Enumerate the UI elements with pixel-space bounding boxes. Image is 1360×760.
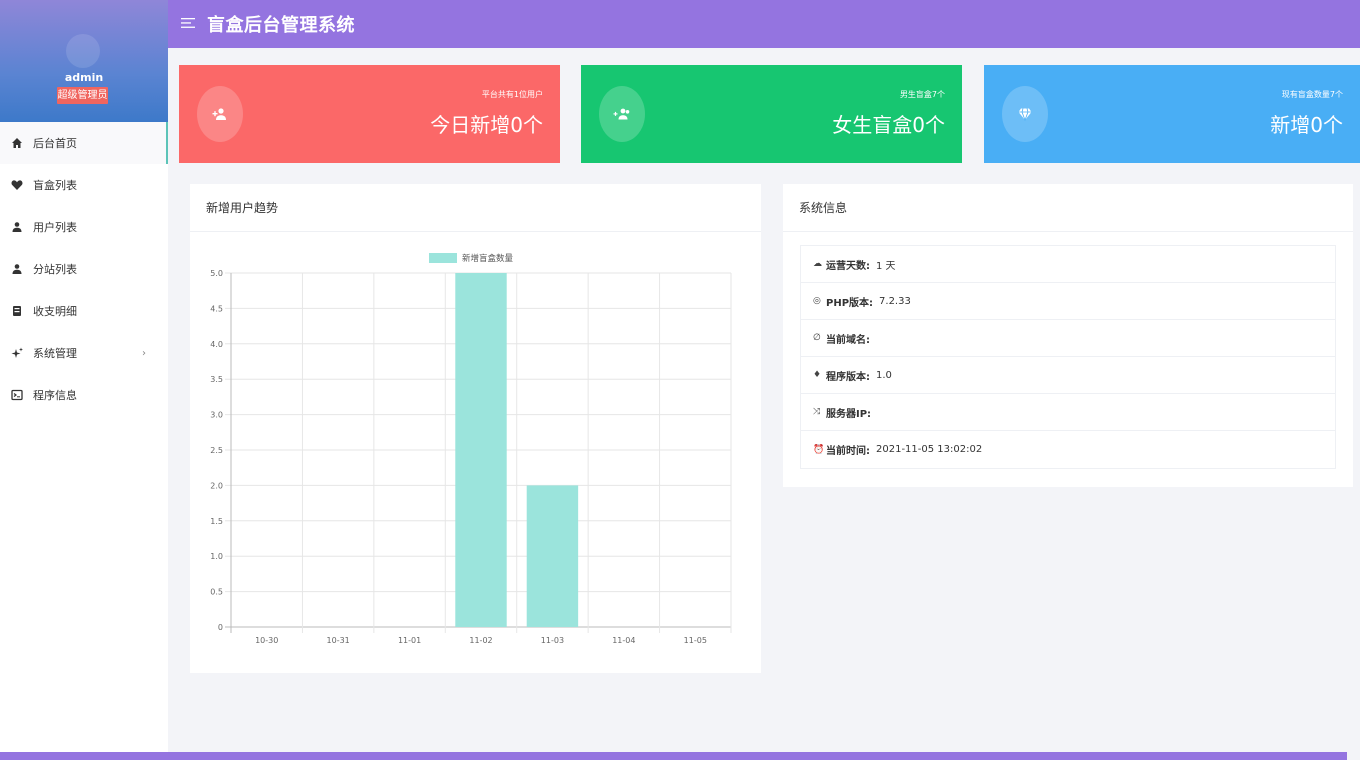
sidebar-item-home[interactable]: 后台首页 <box>0 122 168 164</box>
footer-bar <box>0 752 1347 760</box>
users-icon <box>599 86 645 142</box>
legend-label: 新增盲盒数量 <box>462 253 514 264</box>
stat-card-users: 平台共有1位用户 今日新增0个 <box>179 65 560 163</box>
y-tick-label: 2.5 <box>210 446 223 455</box>
sysinfo-row-uptime: ☁ 运营天数: 1 天 <box>801 246 1335 283</box>
android-icon: ♦ <box>813 370 822 380</box>
sysinfo-key: 服务器IP: <box>826 408 872 420</box>
heart-icon <box>11 179 23 191</box>
chart-bar-11-03[interactable] <box>526 485 579 627</box>
stat-card-subtitle: 平台共有1位用户 <box>481 90 543 99</box>
y-tick-label: 5.0 <box>210 269 223 278</box>
x-tick-label: 10-31 <box>327 636 350 645</box>
sysinfo-row-server-ip: ⤨ 服务器IP: <box>801 394 1335 431</box>
sidebar-item-substations[interactable]: 分站列表 <box>0 248 168 290</box>
user-icon <box>11 221 23 233</box>
sysinfo-value: 1.0 <box>876 369 892 381</box>
chevron-right-icon: › <box>142 347 146 359</box>
alarm-icon: ⏰ <box>813 444 825 455</box>
stat-card-subtitle: 现有盲盒数量7个 <box>1281 90 1343 99</box>
sysinfo-key: 运营天数: <box>826 260 870 272</box>
sysinfo-table: ☁ 运营天数: 1 天 ◎ PHP版本: 7.2.33 ∅ 当前域名: ♦ 程序… <box>800 245 1336 469</box>
username: admin <box>64 71 104 84</box>
y-tick-label: 0 <box>218 623 223 632</box>
stat-card-box-count: 现有盲盒数量7个 新增0个 <box>984 65 1360 163</box>
stat-card-boxes-gender: 男生盲盒7个 女生盲盒0个 <box>581 65 962 163</box>
y-tick-label: 1.5 <box>210 517 223 526</box>
y-tick-label: 3.5 <box>210 375 223 384</box>
avatar[interactable] <box>66 34 100 68</box>
chart-bar-11-02[interactable] <box>455 273 507 627</box>
stat-card-subtitle: 男生盲盒7个 <box>899 90 945 99</box>
app-title: 盲盒后台管理系统 <box>207 15 355 36</box>
home-icon <box>11 137 23 149</box>
sysinfo-panel: 系统信息 ☁ 运营天数: 1 天 ◎ PHP版本: 7.2.33 ∅ 当前域名:… <box>783 184 1353 487</box>
sysinfo-key: PHP版本: <box>826 297 874 309</box>
link-icon: ∅ <box>813 333 821 343</box>
y-tick-label: 0.5 <box>210 588 223 597</box>
sidebar-item-label: 分站列表 <box>33 263 77 276</box>
trend-chart: 0 0.5 1.0 1.5 2.0 2.5 3.0 3.5 4.0 4.5 5.0 10-30 10-3… <box>210 253 732 645</box>
sysinfo-panel-title: 系统信息 <box>783 184 1353 232</box>
sysinfo-key: 当前域名: <box>826 334 870 346</box>
sysinfo-row-domain: ∅ 当前域名: <box>801 320 1335 357</box>
sidebar-item-program-info[interactable]: 程序信息 <box>0 374 168 416</box>
sysinfo-key: 当前时间: <box>826 446 870 457</box>
menu-icon[interactable] <box>181 16 195 33</box>
y-tick-label: 3.0 <box>210 411 223 420</box>
stat-card-value: 新增0个 <box>1270 113 1343 137</box>
cloud-icon: ☁ <box>813 259 822 269</box>
terminal-icon <box>11 389 23 401</box>
sidebar-item-label: 盲盒列表 <box>33 179 77 192</box>
role-badge: 超级管理员 <box>57 87 108 104</box>
sysinfo-row-time: ⏰ 当前时间: 2021-11-05 13:02:02 <box>801 431 1335 468</box>
stat-card-value: 今日新增0个 <box>430 113 543 137</box>
sidebar-item-label: 用户列表 <box>33 221 77 234</box>
sysinfo-value: 2021-11-05 13:02:02 <box>876 444 983 455</box>
diamond-icon <box>1002 86 1048 142</box>
top-header: 盲盒后台管理系统 <box>168 0 1360 48</box>
x-tick-label: 10-30 <box>255 636 278 645</box>
sysinfo-key: 程序版本: <box>826 371 870 383</box>
sidebar-item-finance[interactable]: 收支明细 <box>0 290 168 332</box>
ledger-icon <box>11 305 23 317</box>
sidebar-item-users[interactable]: 用户列表 <box>0 206 168 248</box>
chart-legend[interactable]: 新增盲盒数量 <box>429 253 514 264</box>
y-tick-label: 1.0 <box>210 552 223 561</box>
sysinfo-value: 1 天 <box>876 260 896 272</box>
sidebar-item-system[interactable]: 系统管理 › <box>0 332 168 374</box>
x-tick-label: 11-04 <box>612 636 635 645</box>
sidebar-item-label: 后台首页 <box>33 137 77 150</box>
sparkle-icon <box>11 347 23 359</box>
sidebar-item-label: 系统管理 <box>33 347 77 360</box>
eye-icon: ◎ <box>813 296 821 306</box>
trend-panel: 新增用户趋势 0 0.5 1.0 1.5 2.0 2.5 3.0 3.5 4.0 4.5 5.0 10… <box>190 184 761 673</box>
sidebar-item-label: 收支明细 <box>33 305 77 318</box>
trend-panel-title: 新增用户趋势 <box>190 184 761 232</box>
user-add-icon <box>197 86 243 142</box>
stat-card-value: 女生盲盒0个 <box>832 113 945 137</box>
x-tick-label: 11-03 <box>541 636 564 645</box>
x-tick-label: 11-02 <box>469 636 492 645</box>
sidebar-item-boxes[interactable]: 盲盒列表 <box>0 164 168 206</box>
x-tick-label: 11-05 <box>684 636 707 645</box>
user-icon <box>11 263 23 275</box>
sysinfo-row-version: ♦ 程序版本: 1.0 <box>801 357 1335 394</box>
sidebar-item-label: 程序信息 <box>33 389 77 402</box>
sidebar: admin 超级管理员 后台首页 盲盒列表 用户列表 分站列表 收支明细 系统管… <box>0 0 168 760</box>
y-tick-label: 4.5 <box>210 304 223 313</box>
shuffle-icon: ⤨ <box>813 407 821 417</box>
legend-swatch <box>429 253 457 263</box>
sysinfo-value: 7.2.33 <box>879 295 911 307</box>
sysinfo-row-php: ◎ PHP版本: 7.2.33 <box>801 283 1335 320</box>
y-tick-label: 2.0 <box>210 481 223 490</box>
x-tick-label: 11-01 <box>398 636 421 645</box>
y-tick-label: 4.0 <box>210 340 223 349</box>
profile-panel: admin 超级管理员 <box>0 0 168 122</box>
